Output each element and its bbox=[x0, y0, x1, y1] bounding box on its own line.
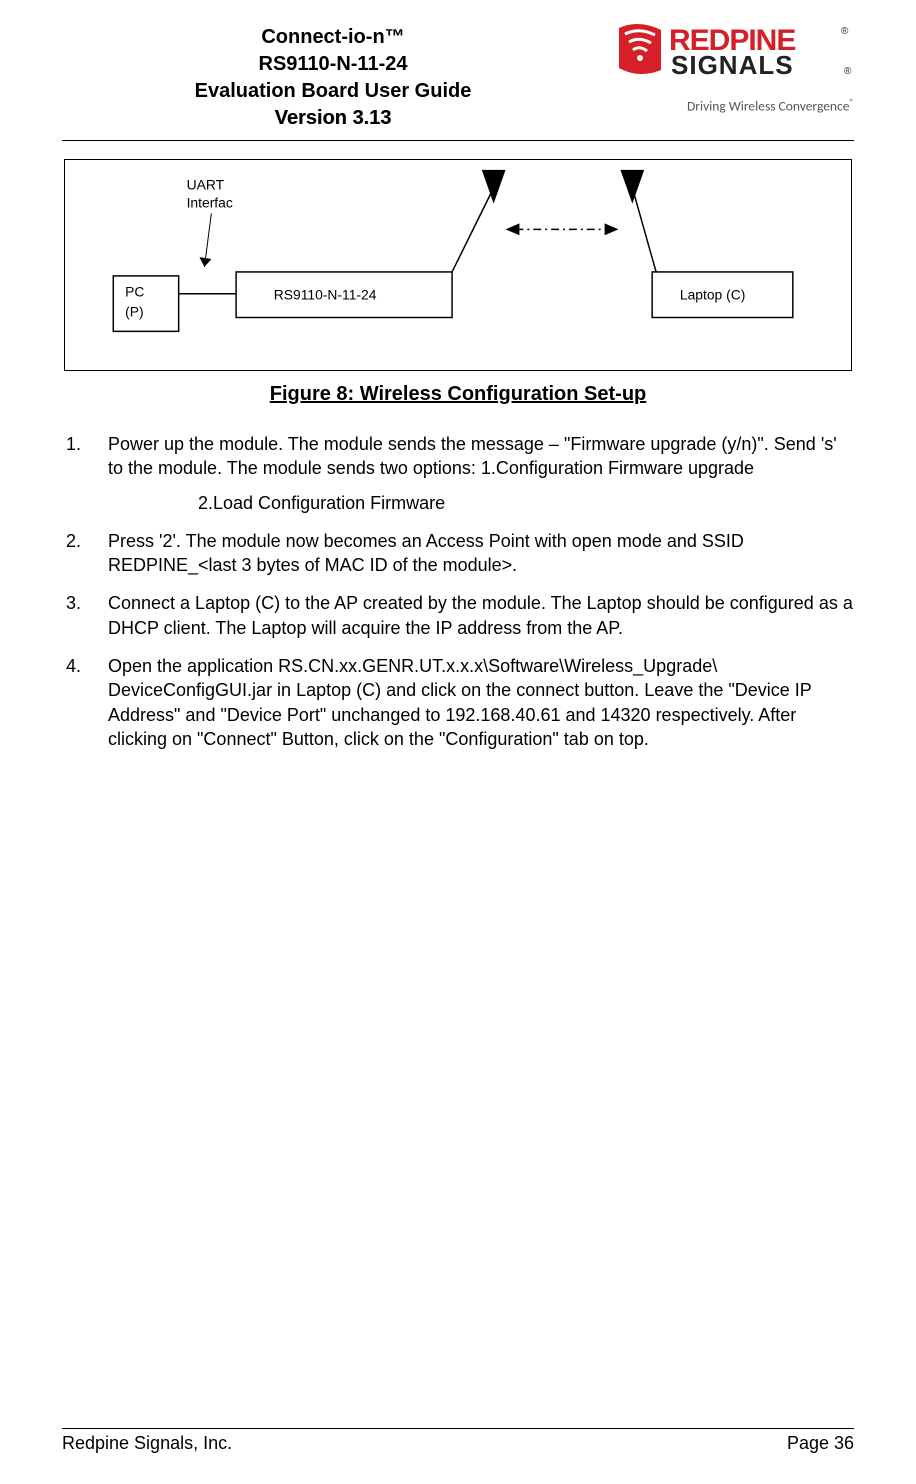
diagram-pc-label-1: PC bbox=[125, 284, 144, 300]
svg-text:®: ® bbox=[841, 26, 849, 37]
step-3: Connect a Laptop (C) to the AP created b… bbox=[86, 591, 854, 640]
wireless-config-diagram: PC (P) RS9110-N-11-24 UART Interfac Lapt… bbox=[64, 159, 852, 371]
diagram-uart-line-1: UART bbox=[187, 177, 225, 193]
diagram-uart-line-2: Interfac bbox=[187, 195, 233, 211]
diagram-laptop-label: Laptop (C) bbox=[680, 287, 745, 303]
footer-company: Redpine Signals, Inc. bbox=[62, 1433, 232, 1454]
redpine-signals-logo-icon: REDPINE ® SIGNALS ® bbox=[619, 22, 854, 94]
title-line-4: Version 3.13 bbox=[62, 105, 604, 132]
step-2: Press '2'. The module now becomes an Acc… bbox=[86, 529, 854, 578]
diagram-module-label: RS9110-N-11-24 bbox=[274, 287, 377, 303]
step-1: Power up the module. The module sends th… bbox=[86, 432, 854, 515]
svg-text:®: ® bbox=[844, 66, 852, 77]
page-header: Connect-io-n™ RS9110-N-11-24 Evaluation … bbox=[62, 20, 854, 141]
step-1-sub: 2.Load Configuration Firmware bbox=[198, 491, 854, 515]
footer-page-number: Page 36 bbox=[787, 1433, 854, 1454]
title-line-3: Evaluation Board User Guide bbox=[62, 78, 604, 105]
title-line-2: RS9110-N-11-24 bbox=[62, 51, 604, 78]
instructions-list: Power up the module. The module sends th… bbox=[62, 432, 854, 765]
page-footer: Redpine Signals, Inc. Page 36 bbox=[62, 1428, 854, 1454]
figure-caption: Figure 8: Wireless Configuration Set-up bbox=[62, 383, 854, 406]
company-logo: REDPINE ® SIGNALS ® Driving Wireless Con… bbox=[604, 20, 854, 115]
step-4: Open the application RS.CN.xx.GENR.UT.x.… bbox=[86, 654, 854, 751]
header-titles: Connect-io-n™ RS9110-N-11-24 Evaluation … bbox=[62, 20, 604, 132]
diagram-pc-label-2: (P) bbox=[125, 304, 143, 320]
svg-text:SIGNALS: SIGNALS bbox=[671, 50, 794, 80]
title-line-1: Connect-io-n™ bbox=[62, 24, 604, 51]
logo-tagline: Driving Wireless Convergence® bbox=[604, 97, 854, 115]
